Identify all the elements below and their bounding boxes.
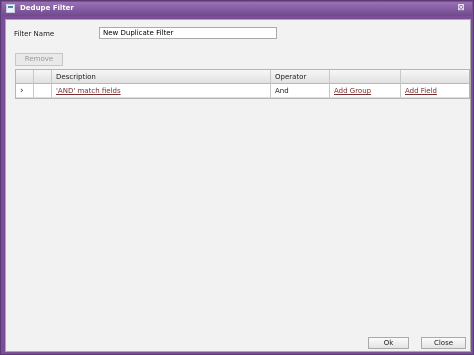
table-row: › 'AND' match fields And Add Group Add F…	[16, 84, 469, 98]
window-title: Dedupe Filter	[20, 4, 74, 12]
close-icon[interactable]: ⊠	[456, 3, 466, 13]
grid-header: Description Operator	[16, 70, 469, 84]
dedupe-filter-window: Dedupe Filter ⊠ Filter Name Remove Descr…	[0, 0, 474, 355]
header-operator[interactable]: Operator	[271, 70, 330, 84]
close-button[interactable]: Close	[421, 337, 466, 349]
remove-button[interactable]: Remove	[15, 53, 63, 66]
title-bar[interactable]: Dedupe Filter ⊠	[2, 2, 472, 16]
expand-row-icon[interactable]: ›	[16, 84, 34, 98]
operator-cell: And	[271, 84, 330, 98]
filter-name-input[interactable]	[99, 27, 277, 39]
add-field-link[interactable]: Add Field	[405, 87, 437, 95]
header-add-field-column	[401, 70, 469, 84]
row-description-cell: 'AND' match fields	[52, 84, 271, 98]
description-link[interactable]: 'AND' match fields	[56, 87, 121, 95]
header-selector-column	[34, 70, 52, 84]
header-description[interactable]: Description	[52, 70, 271, 84]
add-field-cell: Add Field	[401, 84, 469, 98]
filter-name-label: Filter Name	[14, 30, 55, 38]
add-group-cell: Add Group	[330, 84, 401, 98]
row-selector[interactable]	[34, 84, 52, 98]
ok-button[interactable]: Ok	[368, 337, 409, 349]
header-add-group-column	[330, 70, 401, 84]
header-expand-column	[16, 70, 34, 84]
window-icon	[6, 4, 15, 13]
add-group-link[interactable]: Add Group	[334, 87, 371, 95]
filter-grid: Description Operator › 'AND' match field…	[15, 69, 470, 99]
dialog-content: Filter Name Remove Description Operator …	[5, 19, 471, 352]
